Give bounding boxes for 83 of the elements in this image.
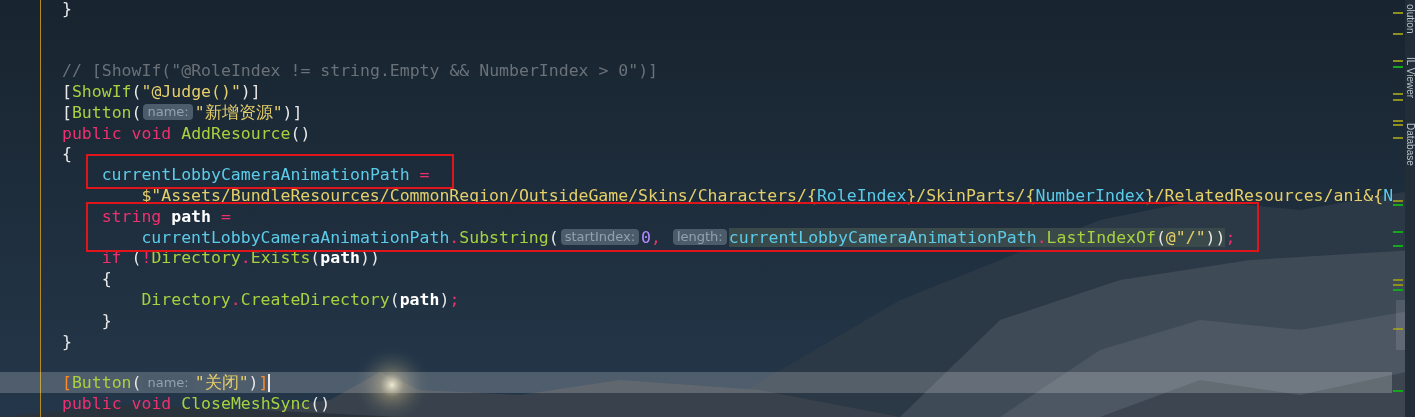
scroll-marker[interactable] (1393, 33, 1403, 35)
code-token: Button (71, 373, 132, 393)
code-token: ( (389, 290, 400, 310)
code-token: CreateDirectory (240, 290, 390, 310)
code-token: = (219, 206, 231, 226)
code-token: ; (1225, 227, 1236, 247)
code-token: currentLobbyCameraAnimationPath (101, 165, 410, 185)
scroll-marker[interactable] (1393, 200, 1403, 202)
code-token: . (240, 248, 251, 268)
code-token: public void (62, 394, 173, 414)
code-token: [ (62, 82, 72, 102)
code-token: ; (449, 290, 460, 310)
code-token: { (62, 144, 72, 164)
code-token: ( (131, 373, 142, 393)
code-token: ( (131, 102, 142, 122)
scroll-marker[interactable] (1393, 284, 1403, 286)
scroll-marker[interactable] (1393, 12, 1403, 14)
scroll-marker[interactable] (1393, 289, 1403, 291)
code-token: [ (62, 102, 72, 122)
scroll-marker[interactable] (1393, 204, 1403, 206)
code-token: "@Judge()" (141, 82, 241, 102)
code-token: () (290, 123, 311, 143)
code-token: } (101, 310, 112, 330)
code-token: string (101, 206, 163, 226)
scroll-marker[interactable] (1393, 60, 1403, 62)
code-token: . (230, 290, 241, 310)
scroll-marker[interactable] (1393, 137, 1403, 139)
code-token: . (449, 227, 460, 247)
scroll-marker[interactable] (1393, 390, 1403, 392)
code-token: Button (71, 102, 132, 122)
code-token: CloseMeshSync (181, 394, 311, 414)
code-token: "新增资源" (194, 102, 283, 122)
code-token: public void (62, 123, 173, 143)
code-token: . (1036, 227, 1047, 247)
code-token: ) (439, 290, 450, 310)
code-token: )] (240, 82, 261, 102)
code-token: ShowIf (71, 82, 132, 102)
scroll-marker[interactable] (1393, 279, 1403, 281)
code-token: AddResource (181, 123, 291, 143)
code-token: { (101, 269, 112, 289)
code-token: ( (131, 248, 142, 268)
scroll-marker[interactable] (1393, 120, 1403, 122)
code-token: } (62, 0, 72, 18)
code-token: Substring (459, 227, 549, 247)
code-token: = (418, 165, 430, 185)
code-token: }/RelatedResources/ani&{ (1144, 186, 1384, 206)
scroll-marker[interactable] (1393, 231, 1403, 233)
code-token: path (320, 248, 360, 268)
code-token: "关闭" (194, 373, 249, 393)
scroll-marker[interactable] (1393, 245, 1403, 247)
scrollbar-thumb[interactable] (1396, 300, 1405, 350)
scroll-marker[interactable] (1393, 328, 1403, 330)
code-token: [ (62, 373, 72, 393)
code-token: )] (282, 102, 303, 122)
code-token: ( (131, 82, 142, 102)
code-token: path (399, 290, 440, 310)
scroll-marker[interactable] (1393, 99, 1403, 101)
code-token: ] (258, 373, 269, 393)
code-token: 0 (641, 227, 651, 247)
code-token: ( (548, 227, 559, 247)
code-token: NumberIndex (1035, 186, 1145, 206)
parameter-hint: name: (143, 104, 193, 121)
code-token: N (1383, 186, 1392, 206)
code-token: Directory (141, 290, 231, 310)
code-token: , (651, 227, 662, 247)
code-comment: // [ShowIf("@RoleIndex != string.Empty && NumberIndex > 0")] (62, 61, 659, 81)
code-token: Exists (250, 248, 311, 268)
text-caret (268, 373, 271, 392)
code-token: currentLobbyCameraAnimationPath (141, 227, 450, 247)
scroll-marker[interactable] (1393, 93, 1403, 95)
code-token: Directory (151, 248, 241, 268)
code-token: } (62, 331, 72, 351)
code-token: ) (248, 373, 259, 393)
code-token: $"Assets/BundleResources/CommonRegion/OutsideGame/Skins/Characters/{ (141, 186, 817, 206)
code-token: RoleIndex (816, 186, 907, 206)
scroll-marker[interactable] (1393, 66, 1403, 68)
code-token: path (171, 206, 211, 226)
scroll-marker[interactable] (1393, 124, 1403, 126)
code-token: () (310, 394, 331, 414)
code-token: ( (1155, 227, 1166, 247)
parameter-hint: startIndex: (560, 229, 640, 246)
code-token: }/SkinParts/{ (906, 186, 1036, 206)
parameter-hint: length: (672, 229, 727, 246)
